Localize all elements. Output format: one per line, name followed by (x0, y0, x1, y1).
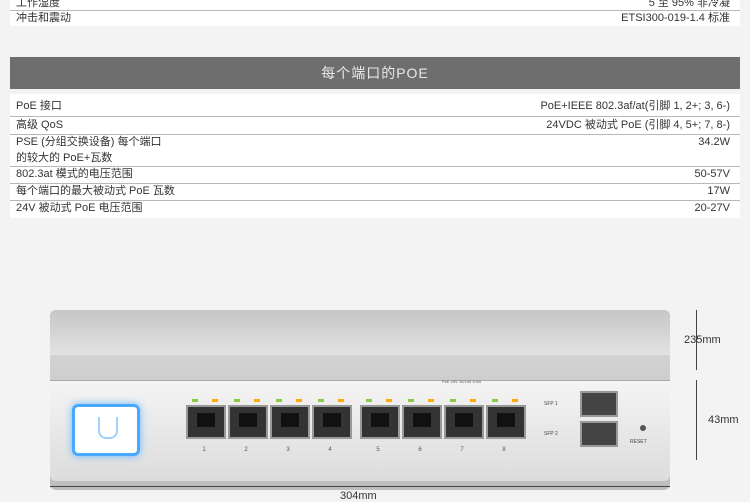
port-led (234, 399, 240, 402)
poe-row: 高级 QoS 24VDC 被动式 PoE (引脚 4, 5+; 7, 8-) (10, 117, 740, 134)
legend-item: 10/100 (458, 379, 472, 384)
port-led (366, 399, 372, 402)
poe-key: 的较大的 PoE+瓦数 (16, 152, 113, 164)
legend-item: PoE (442, 379, 450, 384)
poe-key: 24V 被动式 PoE 电压范围 (16, 202, 143, 214)
port-number: 3 (286, 447, 290, 453)
poe-value: 50-57V (694, 168, 730, 180)
spec-row: 工作湿度 5 至 95% 非冷凝 (10, 0, 740, 10)
port-number: 8 (502, 447, 506, 453)
spec-key: 冲击和震动 (16, 12, 71, 24)
port-number: 6 (418, 447, 422, 453)
poe-value: 34.2W (698, 136, 730, 148)
port-led (408, 399, 414, 402)
sfp-label: SFP 2 (544, 431, 558, 437)
poe-spec-table: PoE 接口 PoE+IEEE 802.3af/at(引脚 1, 2+; 3, … (10, 94, 740, 218)
ethernet-port-3 (270, 405, 310, 439)
port-led (192, 399, 198, 402)
poe-value: 17W (707, 185, 730, 197)
port-led (470, 399, 476, 402)
ethernet-port-6 (402, 405, 442, 439)
poe-value: 20-27V (694, 202, 730, 214)
sfp-port-2 (580, 421, 618, 447)
port-number: 7 (460, 447, 464, 453)
port-led (338, 399, 344, 402)
reset-button (640, 425, 646, 431)
port-led (386, 399, 392, 402)
poe-row: 每个端口的最大被动式 PoE 瓦数 17W (10, 183, 740, 200)
spec-value: ETSI300-019-1.4 标准 (621, 12, 730, 24)
height-dimension-line (696, 380, 697, 460)
spec-row: 冲击和震动 ETSI300-019-1.4 标准 (10, 11, 740, 25)
switch-body: PoE 24V 10/100 1000 1 2 3 4 5 6 7 8 SFP … (50, 310, 670, 490)
led-legend: PoE 24V 10/100 1000 (442, 379, 542, 384)
port-led (450, 399, 456, 402)
poe-row: PoE 接口 PoE+IEEE 802.3af/at(引脚 1, 2+; 3, … (10, 98, 740, 115)
port-number: 5 (376, 447, 380, 453)
ethernet-port-7 (444, 405, 484, 439)
legend-item: 1000 (472, 379, 482, 384)
ethernet-port-4 (312, 405, 352, 439)
poe-row: 24V 被动式 PoE 电压范围 20-27V (10, 200, 740, 217)
switch-front-panel: PoE 24V 10/100 1000 1 2 3 4 5 6 7 8 SFP … (50, 379, 670, 481)
width-dimension-line (50, 486, 670, 487)
spec-value: 5 至 95% 非冷凝 (648, 0, 730, 9)
poe-key: 每个端口的最大被动式 PoE 瓦数 (16, 185, 175, 197)
poe-key: 高级 QoS (16, 119, 64, 131)
ethernet-port-5 (360, 405, 400, 439)
switch-top-panel (50, 310, 670, 355)
poe-key: 802.3at 模式的电压范围 (16, 168, 133, 180)
spec-table-top: 工作湿度 5 至 95% 非冷凝 冲击和震动 ETSI300-019-1.4 标… (10, 0, 740, 26)
ethernet-port-1 (186, 405, 226, 439)
port-number: 1 (202, 447, 206, 453)
poe-row: PSE (分组交换设备) 每个端口 34.2W (10, 134, 740, 151)
sfp-port-1 (580, 391, 618, 417)
sfp-ports: SFP 1 SFP 2 (544, 391, 628, 451)
legend-item: 24V (450, 379, 458, 384)
port-led (212, 399, 218, 402)
height-dimension: 43mm (708, 414, 739, 426)
poe-row: 的较大的 PoE+瓦数 (10, 150, 740, 167)
poe-value: PoE+IEEE 802.3af/at(引脚 1, 2+; 3, 6-) (540, 100, 730, 112)
depth-dimension: 235mm (684, 334, 721, 346)
port-led (318, 399, 324, 402)
port-number: 4 (328, 447, 332, 453)
port-led (296, 399, 302, 402)
poe-section-title: 每个端口的POE (10, 57, 740, 89)
port-led (276, 399, 282, 402)
port-led (428, 399, 434, 402)
logo-button (72, 404, 140, 456)
sfp-label: SFP 1 (544, 401, 558, 407)
port-led (492, 399, 498, 402)
poe-key: PSE (分组交换设备) 每个端口 (16, 136, 162, 148)
spec-key: 工作湿度 (16, 0, 60, 9)
port-number: 2 (244, 447, 248, 453)
poe-row: 802.3at 模式的电压范围 50-57V (10, 166, 740, 183)
poe-value: 24VDC 被动式 PoE (引脚 4, 5+; 7, 8-) (546, 119, 730, 131)
product-illustration: PoE 24V 10/100 1000 1 2 3 4 5 6 7 8 SFP … (0, 300, 750, 502)
poe-key: PoE 接口 (16, 100, 62, 112)
reset-label: RESET (630, 439, 647, 445)
ethernet-ports: 1 2 3 4 5 6 7 8 (186, 399, 566, 453)
logo-icon (98, 417, 118, 439)
width-dimension: 304mm (340, 490, 377, 502)
ethernet-port-2 (228, 405, 268, 439)
port-led (254, 399, 260, 402)
port-led (512, 399, 518, 402)
ethernet-port-8 (486, 405, 526, 439)
